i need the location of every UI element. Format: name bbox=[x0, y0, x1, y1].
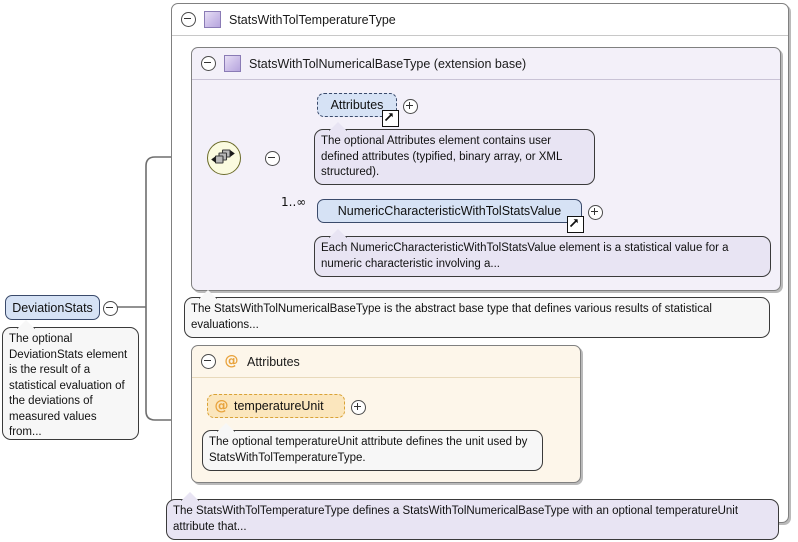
documentation-deviationstats: The optional DeviationStats element is t… bbox=[2, 327, 139, 440]
outer-type-title: StatsWithTolTemperatureType bbox=[229, 12, 396, 27]
collapse-toggle-outer-type[interactable] bbox=[181, 12, 196, 27]
element-label: DeviationStats bbox=[12, 300, 93, 315]
go-to-definition-icon[interactable] bbox=[382, 110, 399, 127]
documentation-numericcharacteristic-element: Each NumericCharacteristicWithTolStatsVa… bbox=[314, 236, 771, 277]
collapse-toggle-deviationstats[interactable] bbox=[103, 301, 118, 316]
attribute-node-temperatureunit[interactable]: @ temperatureUnit bbox=[207, 394, 345, 418]
documentation-text: The optional DeviationStats element is t… bbox=[9, 333, 128, 438]
at-icon: @ bbox=[214, 397, 229, 414]
collapse-toggle-base-type[interactable] bbox=[201, 56, 216, 71]
documentation-temperatureunit: The optional temperatureUnit attribute d… bbox=[202, 430, 543, 471]
documentation-base-type: The StatsWithTolNumericalBaseType is the… bbox=[184, 297, 770, 338]
expand-toggle-attributes-element[interactable] bbox=[403, 99, 418, 114]
collapse-toggle-attributes[interactable] bbox=[201, 354, 216, 369]
attribute-label: temperatureUnit bbox=[234, 399, 324, 413]
base-type-title: StatsWithTolNumericalBaseType (extension… bbox=[249, 56, 527, 71]
expand-toggle-temperatureunit[interactable] bbox=[351, 400, 366, 415]
base-type-panel-header: StatsWithTolNumericalBaseType (extension… bbox=[192, 48, 780, 80]
schema-diagram-canvas: StatsWithTolTemperatureType StatsWithTol… bbox=[0, 0, 798, 542]
type-swatch-icon bbox=[204, 11, 221, 28]
element-node-deviationstats[interactable]: DeviationStats bbox=[5, 295, 100, 320]
type-swatch-icon bbox=[224, 55, 241, 72]
documentation-text: The optional Attributes element contains… bbox=[321, 135, 562, 178]
expand-toggle-numericcharacteristic-element[interactable] bbox=[588, 205, 603, 220]
documentation-text: The StatsWithTolTemperatureType defines … bbox=[173, 505, 739, 533]
documentation-attributes-element: The optional Attributes element contains… bbox=[314, 129, 595, 185]
collapse-toggle-compositor[interactable] bbox=[265, 151, 280, 166]
element-node-numericcharacteristicwithtolstatsvalue[interactable]: NumericCharacteristicWithTolStatsValue bbox=[317, 199, 584, 233]
documentation-text: The StatsWithTolNumericalBaseType is the… bbox=[191, 303, 712, 331]
cardinality-label-numericcharacteristic: 1..∞ bbox=[281, 195, 307, 209]
element-node-attributes[interactable]: Attributes bbox=[317, 93, 399, 127]
at-icon: @ bbox=[224, 353, 239, 369]
attributes-panel-header: @ Attributes bbox=[192, 346, 580, 378]
go-to-definition-icon[interactable] bbox=[567, 216, 584, 233]
element-label: NumericCharacteristicWithTolStatsValue bbox=[337, 204, 562, 218]
sequence-compositor-icon[interactable] bbox=[207, 141, 241, 175]
documentation-text: Each NumericCharacteristicWithTolStatsVa… bbox=[321, 242, 729, 270]
element-label: Attributes bbox=[330, 98, 384, 112]
sequence-glyph-icon bbox=[211, 149, 235, 164]
documentation-text: The optional temperatureUnit attribute d… bbox=[209, 436, 528, 464]
type-panel-header: StatsWithTolTemperatureType bbox=[172, 4, 788, 36]
attributes-panel-title: Attributes bbox=[247, 354, 300, 369]
documentation-outer-type: The StatsWithTolTemperatureType defines … bbox=[166, 499, 779, 540]
